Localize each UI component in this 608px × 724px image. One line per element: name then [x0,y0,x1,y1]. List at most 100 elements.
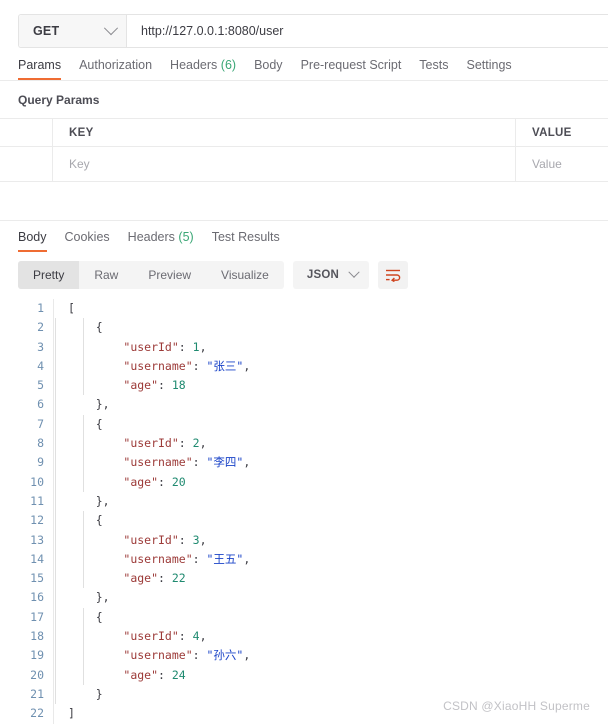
tab-pre-request-script[interactable]: Pre-request Script [300,57,415,81]
tab-authorization-label: Authorization [79,57,153,72]
column-header-key-label: KEY [69,126,94,139]
line-number: 15 [30,571,44,586]
tab-authorization[interactable]: Authorization [79,57,165,81]
code-token: : [178,436,193,451]
code-token: 22 [171,571,186,586]
code-token: : [192,358,207,373]
http-method-selector[interactable]: GET [19,15,127,47]
code-line: }, [68,588,608,607]
code-token: }, [95,493,110,508]
view-mode-pretty[interactable]: Pretty [18,261,80,289]
tab-headers-count: (6) [220,57,237,72]
code-line: "username": "李四", [68,453,608,472]
code-token: : [178,532,193,547]
code-token: "李四" [206,455,244,470]
line-number: 17 [30,609,44,624]
tab-tests[interactable]: Tests [419,58,461,81]
line-number-gutter: 1 2 3 4 5 6 7 8 9 10 11 12 13 14 15 16 17 18 19 20 21 22 [0,299,54,724]
code-line: { [68,608,608,627]
code-token: }, [95,397,110,412]
line-number: 22 [30,706,44,721]
view-mode-visualize[interactable]: Visualize [206,261,284,289]
response-body-code[interactable]: [ { "userId": 1, "username": "张三", "age"… [54,299,608,724]
code-line: { [68,415,608,434]
line-number: 10 [30,474,44,489]
code-line: [ [68,299,608,318]
code-line: "username": "王五", [68,550,608,569]
response-body-viewer: 1 2 3 4 5 6 7 8 9 10 11 12 13 14 15 16 17 18 19 20 21 22 [ { … [0,289,608,724]
query-params-table: KEY VALUE Key Value [0,118,608,182]
code-line: }, [68,492,608,511]
indent-guide [83,414,84,492]
code-line: "age": 18 [68,376,608,395]
code-token: ] [68,706,75,721]
code-line: "age": 20 [68,473,608,492]
param-key-input[interactable]: Key [53,147,516,181]
query-params-empty-space [0,182,608,221]
indent-guide [83,607,84,685]
response-tab-headers-count: (5) [178,229,194,244]
request-url-bar: GET http://127.0.0.1:8080/user [18,14,608,48]
tab-params[interactable]: Params [18,57,74,81]
line-number: 4 [37,358,44,373]
wrap-lines-button[interactable] [377,261,408,289]
code-token: "张三" [206,358,244,373]
select-all-checkbox-cell[interactable] [0,119,53,146]
tab-headers[interactable]: Headers (6) [170,57,249,81]
tab-params-label: Params [18,57,62,72]
line-number: 12 [30,513,44,528]
code-token: "username" [123,551,193,566]
code-line: "userId": 4, [68,627,608,646]
request-tabs: Params Authorization Headers (6) Body Pr… [0,48,608,80]
response-format-label: JSON [306,269,339,281]
code-token: "userId" [123,532,179,547]
code-token: : [178,629,193,644]
view-mode-preview[interactable]: Preview [133,261,206,289]
code-token: "孙六" [206,648,244,663]
chevron-down-icon [348,266,360,278]
tab-body[interactable]: Body [254,58,296,81]
code-token: : [158,378,172,393]
response-tab-test-results-label: Test Results [211,229,280,244]
code-line: "userId": 1, [68,338,608,357]
tab-headers-label: Headers [170,57,218,72]
param-value-input[interactable]: Value [516,147,608,181]
code-token: "age" [123,571,159,586]
tab-pre-request-script-label: Pre-request Script [300,57,402,72]
code-token: : [192,455,207,470]
column-header-key: KEY [53,119,516,146]
code-token: 24 [171,667,186,682]
line-number: 6 [37,397,44,412]
code-line: { [68,318,608,337]
watermark-text: CSDN @XiaoHH Superme [443,699,590,713]
response-tab-body[interactable]: Body [18,230,57,253]
code-token: : [158,571,172,586]
code-token: 4 [192,629,200,644]
code-token: { [95,513,103,528]
code-token: "王五" [206,551,244,566]
code-token: 18 [171,378,186,393]
code-line: { [68,511,608,530]
code-line: "userId": 3, [68,531,608,550]
view-mode-segmented-control: Pretty Raw Preview Visualize [18,261,284,289]
tab-settings[interactable]: Settings [466,58,524,81]
line-number: 14 [30,551,44,566]
response-tab-test-results[interactable]: Test Results [211,229,290,253]
code-token: 3 [192,532,200,547]
http-method-label: GET [33,24,60,38]
row-checkbox-cell[interactable] [0,147,53,181]
indent-guide [55,318,56,705]
code-token: 2 [192,436,200,451]
response-format-selector[interactable]: JSON [292,261,369,289]
view-mode-raw[interactable]: Raw [79,261,133,289]
line-number: 21 [30,686,44,701]
url-input[interactable]: http://127.0.0.1:8080/user [127,15,608,47]
line-number: 16 [30,590,44,605]
code-token: "username" [123,358,193,373]
code-token: 1 [192,339,200,354]
response-tab-headers[interactable]: Headers (5) [128,229,204,253]
code-token: : [178,339,193,354]
response-format-toolbar: Pretty Raw Preview Visualize JSON [0,252,608,289]
code-token: "userId" [123,629,179,644]
response-tab-cookies[interactable]: Cookies [65,230,120,253]
